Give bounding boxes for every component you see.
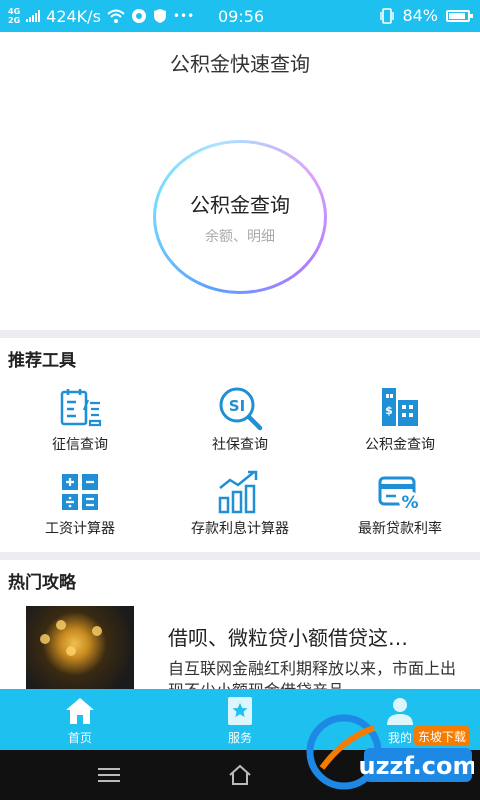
tab-service[interactable]: 服务 xyxy=(160,689,320,750)
status-bar: 4G 2G 424K/s ••• 09:56 84% xyxy=(0,0,480,32)
status-time: 09:56 xyxy=(218,7,265,26)
tool-label: 社保查询 xyxy=(212,437,268,453)
credit-report-icon xyxy=(60,389,102,427)
signal-icon xyxy=(26,10,41,22)
tool-label: 最新贷款利率 xyxy=(358,521,442,537)
status-right: 84% xyxy=(380,6,473,25)
menu-icon[interactable] xyxy=(98,768,120,786)
svg-text:$: $ xyxy=(385,404,393,417)
app-notify-icon xyxy=(131,9,146,23)
article-list-item[interactable]: 借呗、微粒贷小额借贷这… 自互联网金融红利期释放以来，市面上出现不少小额现金借贷… xyxy=(0,606,480,690)
battery-icon xyxy=(446,9,473,22)
nav-home-icon[interactable] xyxy=(228,764,252,786)
more-notifications: ••• xyxy=(172,9,195,23)
article-thumbnail xyxy=(26,606,134,690)
fund-query-circle-button[interactable]: 公积金查询 余额、明细 xyxy=(153,140,327,294)
home-icon xyxy=(66,698,94,724)
network-type: 4G 2G xyxy=(8,7,21,25)
tool-label: 公积金查询 xyxy=(365,437,435,453)
page-title: 公积金快速查询 xyxy=(170,52,310,76)
shield-icon xyxy=(153,9,166,23)
section-divider xyxy=(0,330,480,338)
tab-label: 服务 xyxy=(227,731,252,745)
calculator-icon xyxy=(62,474,98,510)
tool-salary-calculator[interactable]: 工资计算器 xyxy=(0,462,160,546)
service-icon xyxy=(228,697,252,725)
circle-title: 公积金查询 xyxy=(190,192,290,217)
buildings-icon: $ xyxy=(382,388,418,426)
tools-section-title: 推荐工具 xyxy=(8,351,76,371)
circle-subtitle: 余额、明细 xyxy=(205,228,275,245)
svg-text:uzzf.com: uzzf.com xyxy=(359,752,475,780)
sim-vibrate-icon xyxy=(380,7,395,24)
tool-interest-calculator[interactable]: 存款利息计算器 xyxy=(160,462,320,546)
tool-label: 工资计算器 xyxy=(45,521,115,537)
circle-inner: 公积金查询 余额、明细 xyxy=(156,143,324,291)
growth-chart-icon xyxy=(218,470,258,514)
uzzf-watermark-logo: uzzf.com 东坡下载 xyxy=(306,714,475,790)
status-left: 4G 2G 424K/s ••• xyxy=(8,7,198,26)
tool-fund-query[interactable]: $ 公积金查询 xyxy=(320,378,480,462)
tool-social-security-query[interactable]: SI 社保查询 xyxy=(160,378,320,462)
battery-percent: 84% xyxy=(402,6,438,25)
section-divider xyxy=(0,552,480,560)
social-security-icon: SI xyxy=(219,387,263,431)
tab-home[interactable]: 首页 xyxy=(0,689,160,750)
svg-text:SI: SI xyxy=(229,397,245,415)
tab-label: 首页 xyxy=(67,731,92,745)
tool-credit-query[interactable]: 征信查询 xyxy=(0,378,160,462)
article-title: 借呗、微粒贷小额借贷这… xyxy=(168,626,408,650)
tool-loan-rate[interactable]: % 最新贷款利率 xyxy=(320,462,480,546)
wifi-icon xyxy=(107,9,125,23)
svg-text:%: % xyxy=(401,493,418,513)
tools-grid: 征信查询 SI 社保查询 $ 公积金查询 工资计算器 存款利息计算器 % 最新贷… xyxy=(0,378,480,548)
network-speed: 424K/s xyxy=(46,6,101,26)
svg-text:东坡下载: 东坡下载 xyxy=(418,730,466,744)
article-description: 自互联网金融红利期释放以来，市面上出现不少小额现金借贷产品 xyxy=(168,659,457,690)
tool-label: 征信查询 xyxy=(52,437,108,453)
card-percent-icon: % xyxy=(378,476,419,513)
hot-section-title: 热门攻略 xyxy=(8,573,76,593)
tool-label: 存款利息计算器 xyxy=(191,521,289,537)
